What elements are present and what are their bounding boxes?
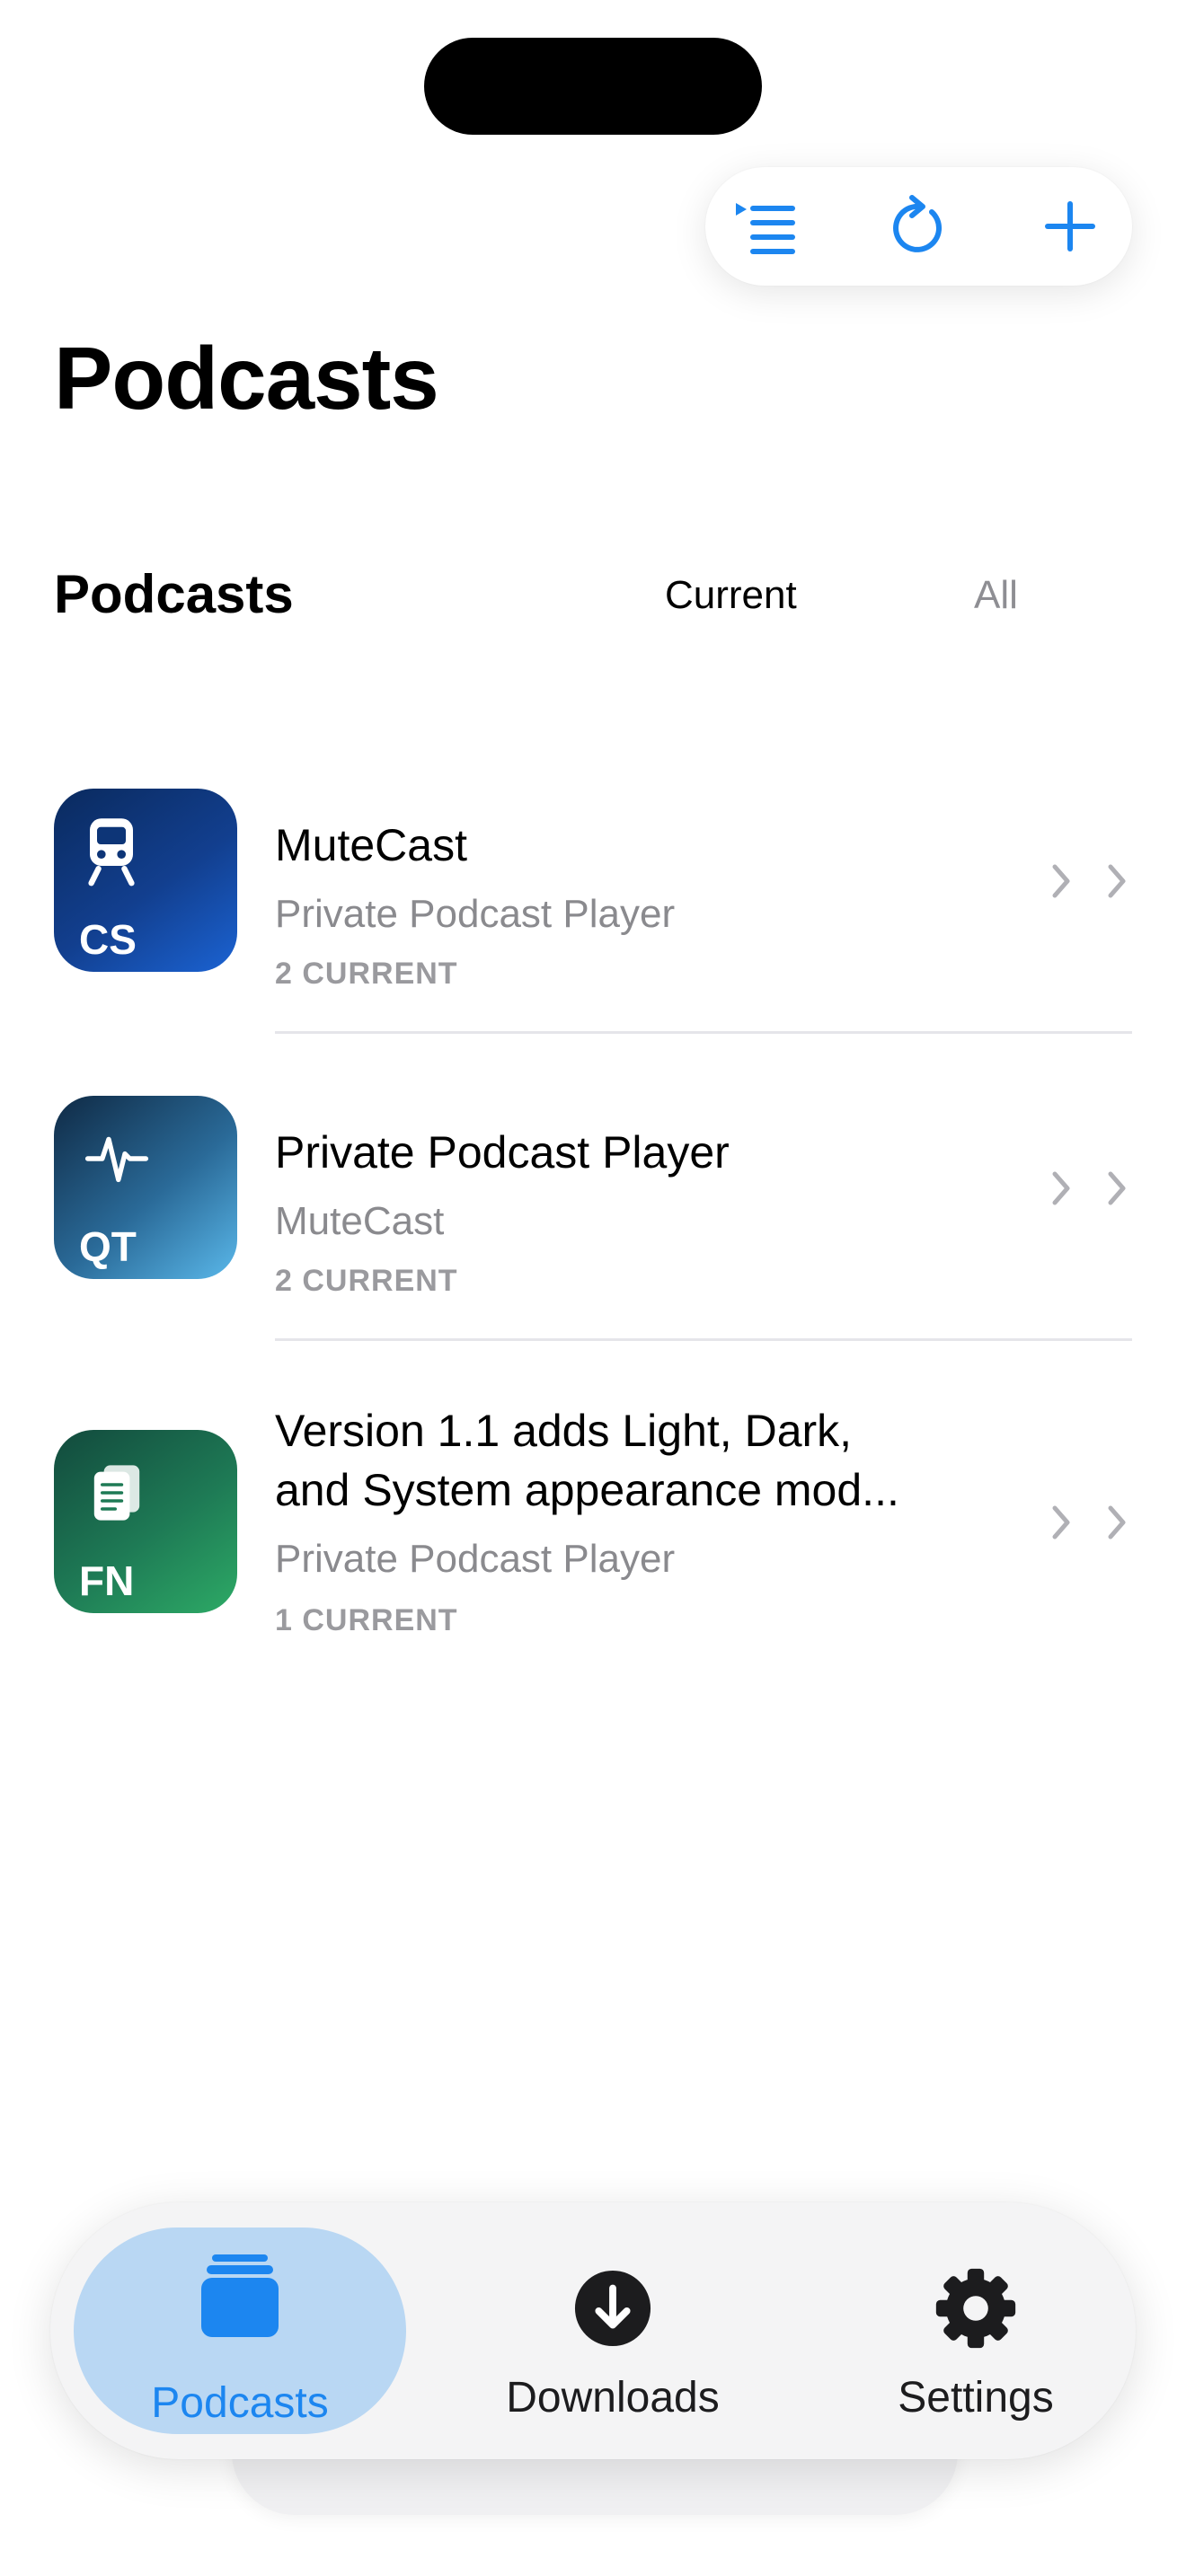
podcast-count: 2 CURRENT [275, 1264, 458, 1298]
top-toolbar [705, 167, 1132, 286]
podcast-title: Private Podcast Player [275, 1127, 730, 1178]
tab-label: Downloads [506, 2374, 720, 2422]
tab-podcasts[interactable]: Podcasts [74, 2228, 406, 2434]
tab-bar: Podcasts Downloads Settings [50, 2202, 1136, 2459]
segment-current[interactable]: Current [665, 564, 797, 627]
chevron-right-icon [1103, 1503, 1130, 1542]
queue-button[interactable] [729, 190, 801, 262]
podcast-subtitle: MuteCast [275, 1199, 445, 1243]
chevron-right-icon [1048, 1169, 1075, 1208]
podcast-artwork: QT [54, 1096, 237, 1279]
chevron-right-icon [1048, 1503, 1075, 1542]
stack-icon [201, 2254, 279, 2337]
documents-icon [93, 1465, 140, 1521]
add-podcast-button[interactable] [1034, 190, 1106, 262]
tab-settings[interactable]: Settings [823, 2228, 1128, 2434]
row-divider [275, 1338, 1132, 1341]
podcast-title-line1: Version 1.1 adds Light, Dark, [275, 1406, 853, 1456]
tab-label: Settings [898, 2374, 1054, 2422]
plus-icon [1045, 201, 1095, 251]
podcast-title: MuteCast [275, 820, 467, 870]
artwork-code: CS [79, 916, 137, 963]
waveform-icon [84, 1136, 149, 1183]
podcast-artwork: CS [54, 789, 237, 972]
page-title: Podcasts [54, 329, 439, 428]
refresh-icon [893, 195, 943, 252]
chevron-right-icon [1103, 1169, 1130, 1208]
podcast-subtitle: Private Podcast Player [275, 892, 676, 936]
tab-downloads[interactable]: Downloads [460, 2228, 766, 2434]
podcast-title-line2: and System appearance mod... [275, 1465, 899, 1515]
gear-icon [935, 2268, 1016, 2349]
chevron-right-icon [1103, 861, 1130, 901]
artwork-code: FN [79, 1557, 135, 1604]
podcast-subtitle: Private Podcast Player [275, 1537, 676, 1581]
segment-all[interactable]: All [974, 564, 1018, 627]
podcast-row[interactable]: QT Private Podcast Player MuteCast 2 CUR… [0, 1078, 1186, 1338]
podcast-artwork: FN [54, 1430, 237, 1613]
row-divider [275, 1031, 1132, 1034]
chevron-right-icon [1048, 861, 1075, 901]
tab-label: Podcasts [151, 2379, 329, 2427]
train-icon [88, 818, 135, 887]
queue-list-icon [736, 203, 795, 254]
section-title: Podcasts [54, 564, 294, 624]
refresh-button[interactable] [883, 190, 955, 262]
podcast-count: 2 CURRENT [275, 957, 458, 991]
dynamic-island [424, 38, 762, 135]
podcast-row[interactable]: FN Version 1.1 adds Light, Dark, and Sys… [0, 1383, 1186, 1680]
download-circle-icon [574, 2270, 651, 2347]
podcast-row[interactable]: CS MuteCast Private Podcast Player 2 CUR… [0, 772, 1186, 1033]
artwork-code: QT [79, 1223, 137, 1270]
podcast-count: 1 CURRENT [275, 1603, 458, 1637]
